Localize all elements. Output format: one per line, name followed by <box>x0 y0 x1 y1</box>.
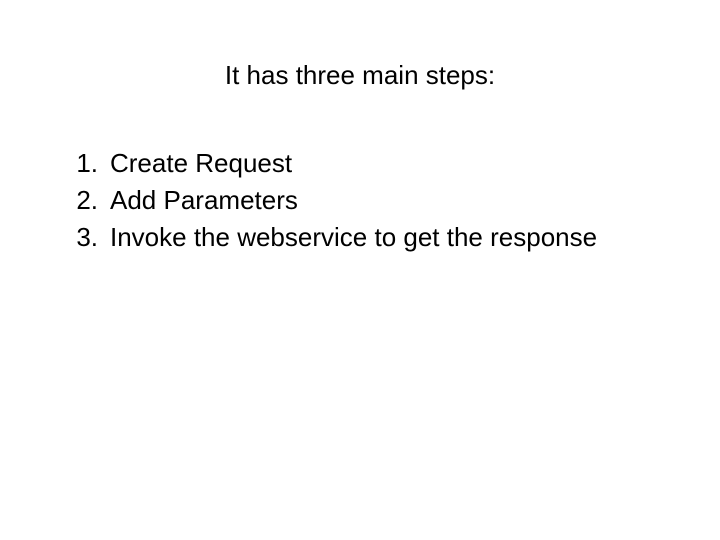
steps-list: Create Request Add Parameters Invoke the… <box>40 146 680 255</box>
list-item-label: Add Parameters <box>110 185 298 215</box>
page-title: It has three main steps: <box>40 60 680 91</box>
list-item: Add Parameters <box>40 183 680 218</box>
list-item-label: Invoke the webservice to get the respons… <box>110 222 597 252</box>
list-item-label: Create Request <box>110 148 292 178</box>
list-item: Create Request <box>40 146 680 181</box>
list-item: Invoke the webservice to get the respons… <box>40 220 680 255</box>
